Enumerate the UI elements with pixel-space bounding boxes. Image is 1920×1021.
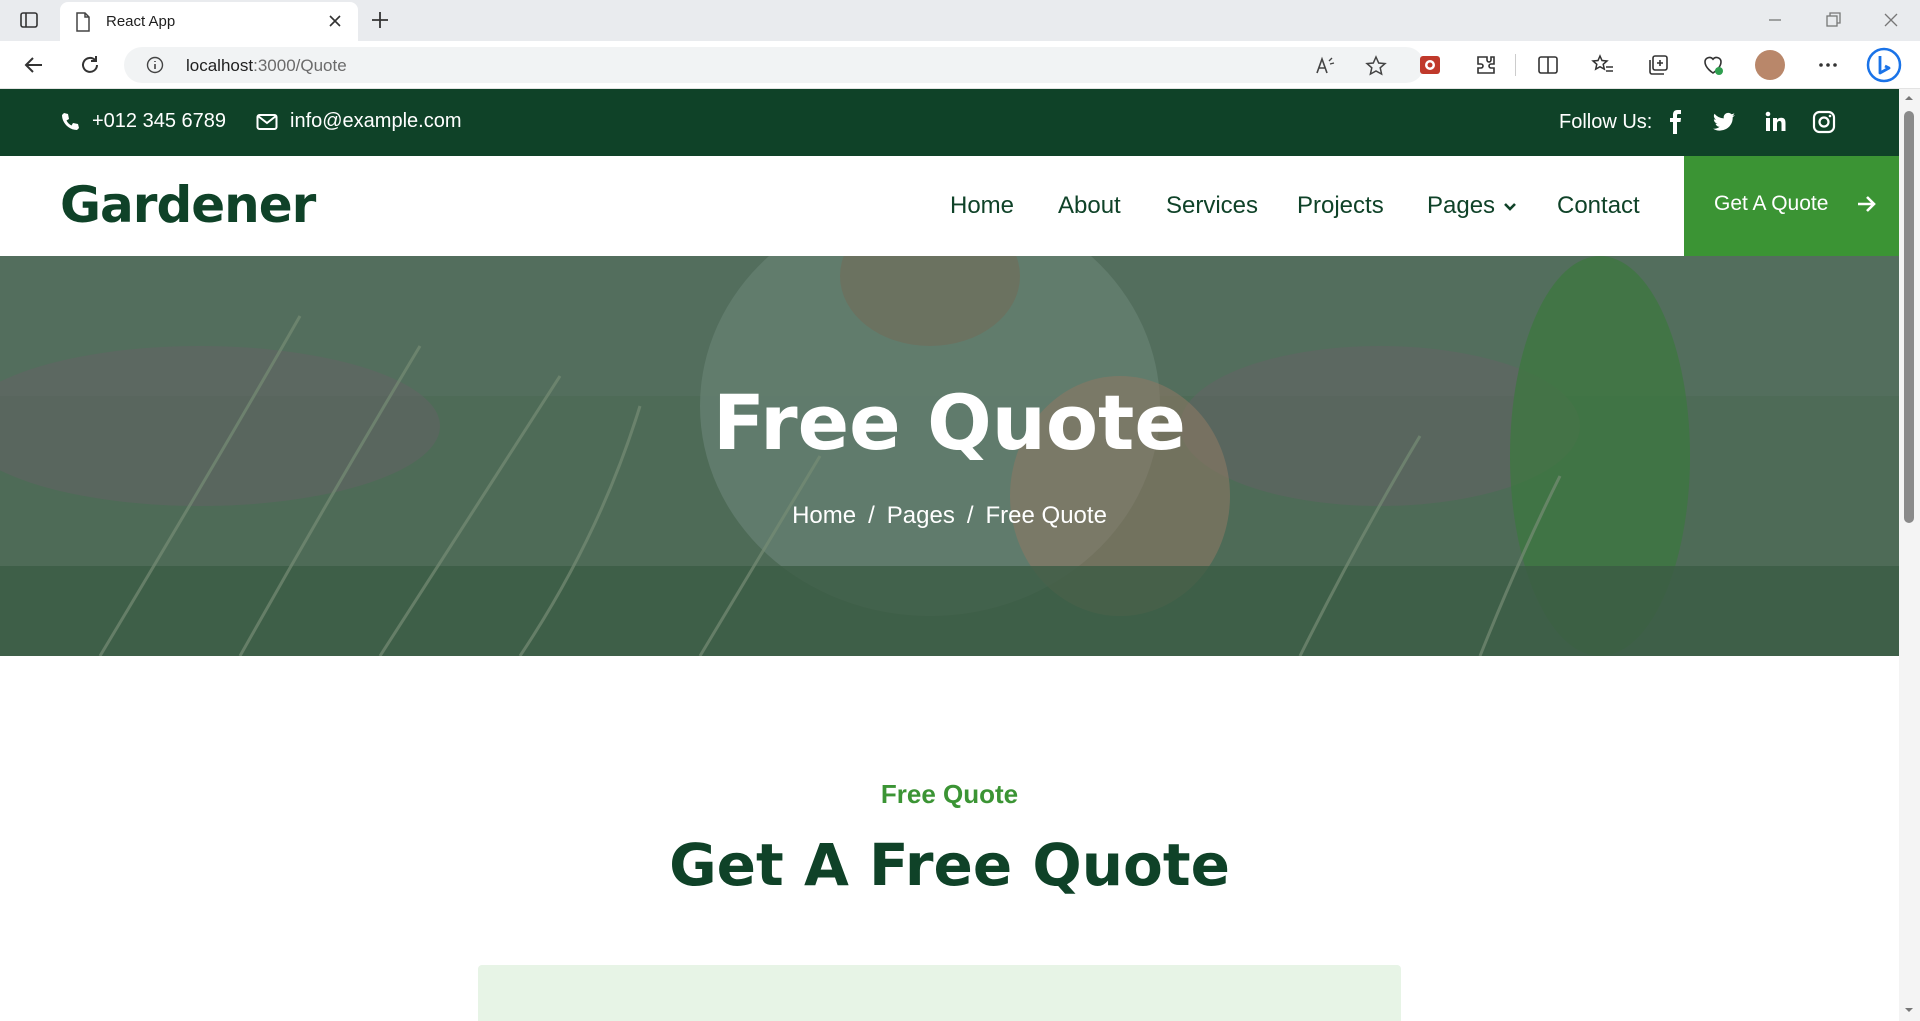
follow-us-label: Follow Us:	[1559, 111, 1653, 133]
more-options-icon[interactable]	[1816, 53, 1840, 77]
nav-contact[interactable]: Contact	[1557, 192, 1640, 220]
main-navbar: Gardener Home About Services Projects Pa…	[0, 156, 1899, 256]
scroll-up-arrow-icon[interactable]	[1904, 93, 1914, 103]
brand-logo[interactable]: Gardener	[60, 176, 316, 234]
nav-services[interactable]: Services	[1166, 192, 1258, 220]
browser-essentials-icon[interactable]	[1701, 53, 1725, 77]
email-contact[interactable]: info@example.com	[256, 110, 461, 133]
arrow-right-icon	[1858, 196, 1876, 212]
scroll-down-arrow-icon[interactable]	[1904, 1005, 1914, 1015]
twitter-icon[interactable]	[1711, 109, 1737, 135]
nav-projects[interactable]: Projects	[1297, 192, 1384, 220]
envelope-icon	[256, 113, 278, 130]
favorites-icon[interactable]	[1591, 53, 1615, 77]
extension-red-icon[interactable]	[1418, 53, 1442, 77]
section-subtitle: Free Quote	[880, 779, 1019, 809]
nav-pages-dropdown[interactable]: Pages	[1427, 192, 1517, 220]
email-address: info@example.com	[290, 110, 462, 132]
page-viewport: +012 345 6789 info@example.com Follow Us…	[0, 89, 1899, 1021]
page-header-banner: Free Quote Home / Pages / Free Quote	[0, 256, 1899, 656]
browser-toolbar: localhost:3000/Quote	[0, 41, 1920, 89]
phone-number: +012 345 6789	[92, 110, 227, 132]
browser-tab[interactable]: React App	[60, 2, 358, 41]
favorite-star-icon[interactable]	[1365, 55, 1387, 77]
extensions-icon[interactable]	[1474, 53, 1498, 77]
restore-icon[interactable]	[1823, 10, 1843, 30]
quote-form-container	[478, 965, 1401, 1021]
breadcrumb-separator: /	[966, 502, 974, 529]
facebook-icon[interactable]	[1663, 109, 1689, 135]
breadcrumb-separator: /	[868, 502, 875, 529]
nav-pages-label: Pages	[1427, 192, 1496, 219]
get-a-quote-label: Get A Quote	[1714, 192, 1829, 215]
breadcrumb-pages[interactable]: Pages	[887, 502, 955, 529]
read-aloud-icon[interactable]	[1314, 55, 1336, 77]
page-title: Free Quote	[713, 378, 1186, 467]
page-scrollbar[interactable]	[1899, 89, 1920, 1021]
chevron-down-icon	[1504, 202, 1516, 211]
profile-avatar[interactable]	[1755, 50, 1785, 80]
phone-icon	[62, 112, 79, 130]
tab-actions-icon[interactable]	[18, 9, 40, 31]
phone-contact[interactable]: +012 345 6789	[60, 110, 226, 133]
breadcrumb: Home / Pages / Free Quote	[0, 502, 1899, 530]
scrollbar-thumb[interactable]	[1904, 111, 1914, 523]
browser-tab-bar: React App	[0, 0, 1920, 41]
nav-about[interactable]: About	[1058, 192, 1121, 220]
close-tab-icon[interactable]	[326, 12, 344, 30]
instagram-icon[interactable]	[1811, 109, 1837, 135]
contact-topbar: +012 345 6789 info@example.com Follow Us…	[0, 89, 1899, 156]
collections-icon[interactable]	[1646, 53, 1670, 77]
new-tab-icon[interactable]	[369, 9, 391, 31]
nav-home[interactable]: Home	[950, 192, 1014, 220]
toolbar-divider	[1515, 54, 1516, 76]
get-a-quote-button[interactable]: Get A Quote	[1684, 156, 1899, 256]
address-bar[interactable]: localhost:3000/Quote	[124, 47, 1424, 83]
url-text: localhost:3000/Quote	[186, 56, 347, 75]
copilot-icon[interactable]	[1866, 47, 1902, 83]
minimize-icon[interactable]	[1765, 10, 1785, 30]
back-icon[interactable]	[22, 53, 46, 77]
breadcrumb-current: Free Quote	[985, 502, 1107, 529]
tab-title: React App	[106, 13, 176, 30]
site-info-icon[interactable]	[146, 56, 164, 74]
breadcrumb-home[interactable]: Home	[792, 502, 856, 529]
section-title: Get A Free Quote	[669, 831, 1230, 899]
close-window-icon[interactable]	[1881, 10, 1901, 30]
split-screen-icon[interactable]	[1536, 53, 1560, 77]
linkedin-icon[interactable]	[1762, 109, 1788, 135]
page-icon	[76, 12, 90, 32]
reload-icon[interactable]	[78, 53, 102, 77]
